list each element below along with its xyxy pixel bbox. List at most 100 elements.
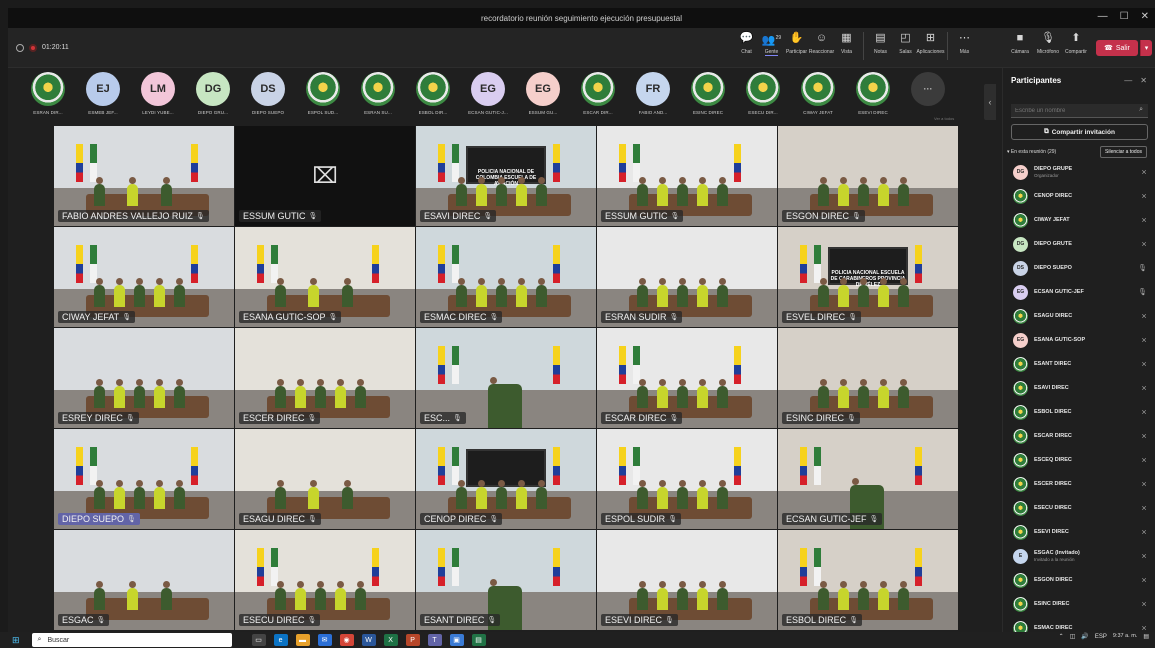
participant-row[interactable]: DG DIEPO GRUTE ⨯ xyxy=(1003,232,1155,256)
task-view-icon[interactable]: ▭ xyxy=(251,634,266,646)
video-tile[interactable]: ESCER DIREC 🎙 xyxy=(235,328,415,428)
mic-off-icon[interactable]: ⨯ xyxy=(1141,360,1147,368)
mic-off-icon[interactable]: ⨯ xyxy=(1141,624,1147,632)
toolbar-salas-button[interactable]: ◰ Salas xyxy=(893,32,918,60)
in-meeting-toggle[interactable]: ▾ En esta reunión (29) xyxy=(1007,149,1056,155)
notifications-icon[interactable]: ▤ xyxy=(1143,633,1149,640)
toolbar-chat-button[interactable]: 💬 Chat xyxy=(734,32,759,60)
video-tile[interactable]: CENOP DIREC 🎙 xyxy=(416,429,596,529)
store-icon[interactable]: ▣ xyxy=(449,634,464,646)
video-tile[interactable]: ESPOL SUDIR 🎙 xyxy=(597,429,777,529)
mic-off-icon[interactable]: ⨯ xyxy=(1141,168,1147,176)
windows-start-icon[interactable]: ⊞ xyxy=(12,635,20,646)
participant-row[interactable]: EG ESANA GUTIC-SOP ⨯ xyxy=(1003,328,1155,352)
video-tile[interactable]: ESMAC DIREC 🎙 xyxy=(416,227,596,327)
mute-all-button[interactable]: Silenciar a todos xyxy=(1100,146,1147,158)
toolbar-gente-button[interactable]: 👥29 Gente xyxy=(759,32,784,60)
mic-off-icon[interactable]: ⨯ xyxy=(1141,216,1147,224)
mic-off-icon[interactable]: ⨯ xyxy=(1141,240,1147,248)
video-tile[interactable]: ESINC DIREC 🎙 xyxy=(778,328,958,428)
collapse-panel-button[interactable]: ‹ xyxy=(984,84,996,120)
video-tile[interactable]: ESRAN SUDIR 🎙 xyxy=(597,227,777,327)
mic-off-icon[interactable]: ⨯ xyxy=(1141,528,1147,536)
minimize-button[interactable]: — xyxy=(1098,11,1108,22)
teams-icon[interactable]: T xyxy=(427,634,442,646)
video-tile[interactable]: ESGON DIREC 🎙 xyxy=(778,126,958,226)
minimize-panel-icon[interactable]: — xyxy=(1124,76,1132,85)
video-tile[interactable]: CIWAY JEFAT 🎙 xyxy=(54,227,234,327)
participant-row[interactable]: ESEVI DIREC ⨯ xyxy=(1003,520,1155,544)
participant-row[interactable]: ESMAC DIREC ⨯ xyxy=(1003,616,1155,632)
participant-row[interactable]: ESBOL DIREC ⨯ xyxy=(1003,400,1155,424)
powerpoint-icon[interactable]: P xyxy=(405,634,420,646)
mic-off-icon[interactable]: ⨯ xyxy=(1141,504,1147,512)
mic-icon[interactable]: 🎙 xyxy=(1138,288,1147,296)
participant-row[interactable]: ESCER DIREC ⨯ xyxy=(1003,472,1155,496)
chevron-up-icon[interactable]: ⌃ xyxy=(1059,633,1064,640)
mic-off-icon[interactable]: ⨯ xyxy=(1141,384,1147,392)
participant-row[interactable]: ESAVI DIREC ⨯ xyxy=(1003,376,1155,400)
strip-participant[interactable]: ESRAN DIR... xyxy=(24,72,72,115)
mic-off-icon[interactable]: ⨯ xyxy=(1141,408,1147,416)
participant-row[interactable]: ESINC DIREC ⨯ xyxy=(1003,592,1155,616)
strip-participant[interactable]: ESEVI DIREC xyxy=(849,72,897,115)
strip-participant[interactable]: ESCAR DIR... xyxy=(574,72,622,115)
video-tile[interactable]: ESAGU DIREC 🎙 xyxy=(235,429,415,529)
strip-participant[interactable]: LM LEYDI YUBE... xyxy=(134,72,182,115)
toolbar-compartir-button[interactable]: ⬆ Compartir xyxy=(1062,32,1090,55)
excel-icon[interactable]: X xyxy=(383,634,398,646)
folder-icon[interactable]: ▬ xyxy=(295,634,310,646)
participant-row[interactable]: ESCAR DIREC ⨯ xyxy=(1003,424,1155,448)
strip-participant[interactable]: DS DIEPO SUEPO xyxy=(244,72,292,115)
video-tile[interactable]: ESSUM GUTIC 🎙 xyxy=(597,126,777,226)
strip-participant[interactable]: ESRAN SU... xyxy=(354,72,402,115)
app-icon[interactable]: ▤ xyxy=(471,634,486,646)
language-indicator[interactable]: ESP xyxy=(1095,634,1107,640)
participant-row[interactable]: ESCEQ DIREC ⨯ xyxy=(1003,448,1155,472)
mic-off-icon[interactable]: ⨯ xyxy=(1141,552,1147,560)
participant-row[interactable]: E ESGAC (Invitado) Invitado a la reunión ⨯ xyxy=(1003,544,1155,568)
video-tile[interactable]: ESBOL DIREC 🎙 xyxy=(778,530,958,630)
mic-off-icon[interactable]: ⨯ xyxy=(1141,336,1147,344)
toolbar-mas-button[interactable]: ⋯ Más xyxy=(952,32,977,60)
strip-participant[interactable]: ESINC DIREC xyxy=(684,72,732,115)
toolbar-microfono-button[interactable]: 🎙 Micrófono xyxy=(1034,32,1062,55)
strip-participant[interactable]: EG ESSUM GU... xyxy=(519,72,567,115)
mail-icon[interactable]: ✉ xyxy=(317,634,332,646)
mic-icon[interactable]: 🎙 xyxy=(1138,264,1147,272)
video-tile[interactable]: ESGAC 🎙 xyxy=(54,530,234,630)
video-tile[interactable]: ECSAN GUTIC-JEF 🎙 xyxy=(778,429,958,529)
video-tile[interactable]: ESC... 🎙 xyxy=(416,328,596,428)
strip-participant[interactable]: ESECU DIR... xyxy=(739,72,787,115)
network-icon[interactable]: ◫ xyxy=(1070,633,1076,640)
word-icon[interactable]: W xyxy=(361,634,376,646)
maximize-button[interactable]: ☐ xyxy=(1120,11,1129,22)
strip-more-button[interactable]: ··· xyxy=(904,72,952,115)
mic-off-icon[interactable]: ⨯ xyxy=(1141,312,1147,320)
mic-off-icon[interactable]: ⨯ xyxy=(1141,432,1147,440)
toolbar-aplicaciones-button[interactable]: ⊞ Aplicaciones xyxy=(916,32,944,60)
mic-off-icon[interactable]: ⨯ xyxy=(1141,576,1147,584)
strip-participant[interactable]: FR FABIO AND... xyxy=(629,72,677,115)
video-tile[interactable]: DIEPO SUEPO 🎙 xyxy=(54,429,234,529)
toolbar-reaccionar-button[interactable]: ☺ Reaccionar xyxy=(809,32,834,60)
participant-row[interactable]: ESGON DIREC ⨯ xyxy=(1003,568,1155,592)
video-tile[interactable]: POLICIA NACIONAL DE COLOMBIA ESCUELA DE … xyxy=(416,126,596,226)
video-tile[interactable]: FABIO ANDRES VALLEJO RUIZ 🎙 xyxy=(54,126,234,226)
volume-icon[interactable]: 🔊 xyxy=(1081,633,1088,640)
participant-row[interactable]: DS DIEPO SUEPO 🎙 xyxy=(1003,256,1155,280)
close-panel-icon[interactable]: ✕ xyxy=(1140,76,1147,85)
leave-options-button[interactable]: ▾ xyxy=(1140,40,1152,56)
strip-participant[interactable]: EJ ESMEB JEF... xyxy=(79,72,127,115)
share-invite-button[interactable]: ⧉ Compartir invitación xyxy=(1011,124,1148,140)
video-tile[interactable]: ESANT DIREC 🎙 xyxy=(416,530,596,630)
participant-row[interactable]: CENOP DIREC ⨯ xyxy=(1003,184,1155,208)
strip-participant[interactable]: CIWAY JEFAT xyxy=(794,72,842,115)
mic-off-icon[interactable]: ⨯ xyxy=(1141,480,1147,488)
video-tile[interactable]: ESCAR DIREC 🎙 xyxy=(597,328,777,428)
edge-icon[interactable]: e xyxy=(273,634,288,646)
mic-off-icon[interactable]: ⨯ xyxy=(1141,192,1147,200)
participant-row[interactable]: ESAGU DIREC ⨯ xyxy=(1003,304,1155,328)
participant-row[interactable]: CIWAY JEFAT ⨯ xyxy=(1003,208,1155,232)
video-tile[interactable]: ⌧ ESSUM GUTIC 🎙 xyxy=(235,126,415,226)
